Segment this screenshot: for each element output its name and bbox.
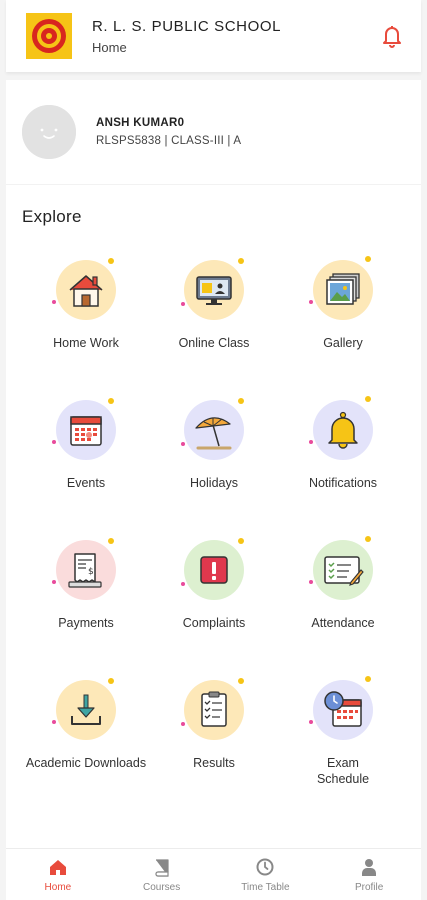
checklist-icon: [324, 556, 364, 586]
download-icon: [71, 694, 101, 725]
page-subtitle: Home: [92, 39, 127, 55]
schedule-icon: [324, 691, 362, 727]
clock-icon: [256, 858, 274, 875]
tile-exam-schedule[interactable]: Exam Schedule: [278, 676, 408, 810]
svg-text:$: $: [88, 567, 94, 577]
nav-courses[interactable]: Courses: [110, 849, 214, 900]
tile-label: Payments: [58, 616, 114, 630]
tile-results[interactable]: Results: [149, 678, 279, 810]
monitor-icon: [196, 276, 232, 305]
tile-academic-downloads[interactable]: Academic Downloads: [21, 678, 151, 810]
calendar-icon: [70, 416, 102, 446]
nav-label-home: Home: [44, 881, 72, 893]
tile-label: Home Work: [53, 336, 119, 350]
notification-bell-icon[interactable]: [377, 21, 407, 51]
tile-gallery[interactable]: Gallery: [278, 256, 408, 390]
student-name: ANSH KUMAR0: [96, 117, 185, 129]
tile-label: Academic Downloads: [25, 756, 147, 770]
tile-label: Online Class: [178, 336, 250, 350]
bottom-navigation: Home Courses Time Table Profile: [6, 848, 421, 900]
receipt-icon: $: [68, 553, 102, 588]
nav-label-time-table: Time Table: [241, 881, 290, 893]
tile-label: Gallery: [323, 336, 363, 350]
profile-card[interactable]: ANSH KUMAR0 RLSPS5838 | CLASS-III | A: [6, 80, 421, 185]
nav-home[interactable]: Home: [6, 849, 110, 900]
house-icon: [69, 275, 103, 307]
nav-time-table[interactable]: Time Table: [214, 849, 318, 900]
main-content: ANSH KUMAR0 RLSPS5838 | CLASS-III | A Ex…: [6, 80, 421, 850]
tile-label: Exam Schedule: [316, 756, 370, 786]
tile-notifications[interactable]: Notifications: [278, 396, 408, 530]
tile-holidays[interactable]: Holidays: [149, 398, 279, 530]
tile-label: Holidays: [190, 476, 238, 490]
app-header: R. L. S. PUBLIC SCHOOL Home: [6, 0, 421, 72]
tile-complaints[interactable]: Complaints: [149, 538, 279, 670]
tile-label: Notifications: [308, 476, 378, 490]
avatar: [22, 105, 76, 159]
tile-label: Events: [66, 476, 106, 490]
home-nav-icon: [49, 859, 66, 875]
tile-online-class[interactable]: Online Class: [149, 258, 279, 390]
results-icon: [201, 691, 227, 727]
book-icon: [155, 858, 169, 877]
tile-payments[interactable]: $ Payments: [21, 538, 151, 670]
nav-label-profile: Profile: [354, 881, 384, 893]
tile-attendance[interactable]: Attendance: [278, 536, 408, 670]
tile-label: Complaints: [182, 616, 246, 630]
nav-profile[interactable]: Profile: [317, 849, 421, 900]
photos-icon: [326, 273, 360, 305]
school-name: R. L. S. PUBLIC SCHOOL: [92, 17, 282, 35]
umbrella-icon: [195, 417, 232, 450]
alert-icon: [200, 556, 228, 584]
tile-label: Results: [193, 756, 235, 770]
user-icon: [362, 858, 377, 876]
tile-home-work[interactable]: Home Work: [21, 258, 151, 390]
school-logo: [26, 13, 72, 59]
bell-icon: [328, 411, 358, 449]
tile-label: Attendance: [311, 616, 375, 630]
nav-label-courses: Courses: [143, 881, 181, 893]
student-meta: RLSPS5838 | CLASS-III | A: [96, 135, 242, 147]
section-title: Explore: [22, 207, 82, 226]
tile-events[interactable]: Events: [21, 398, 151, 530]
